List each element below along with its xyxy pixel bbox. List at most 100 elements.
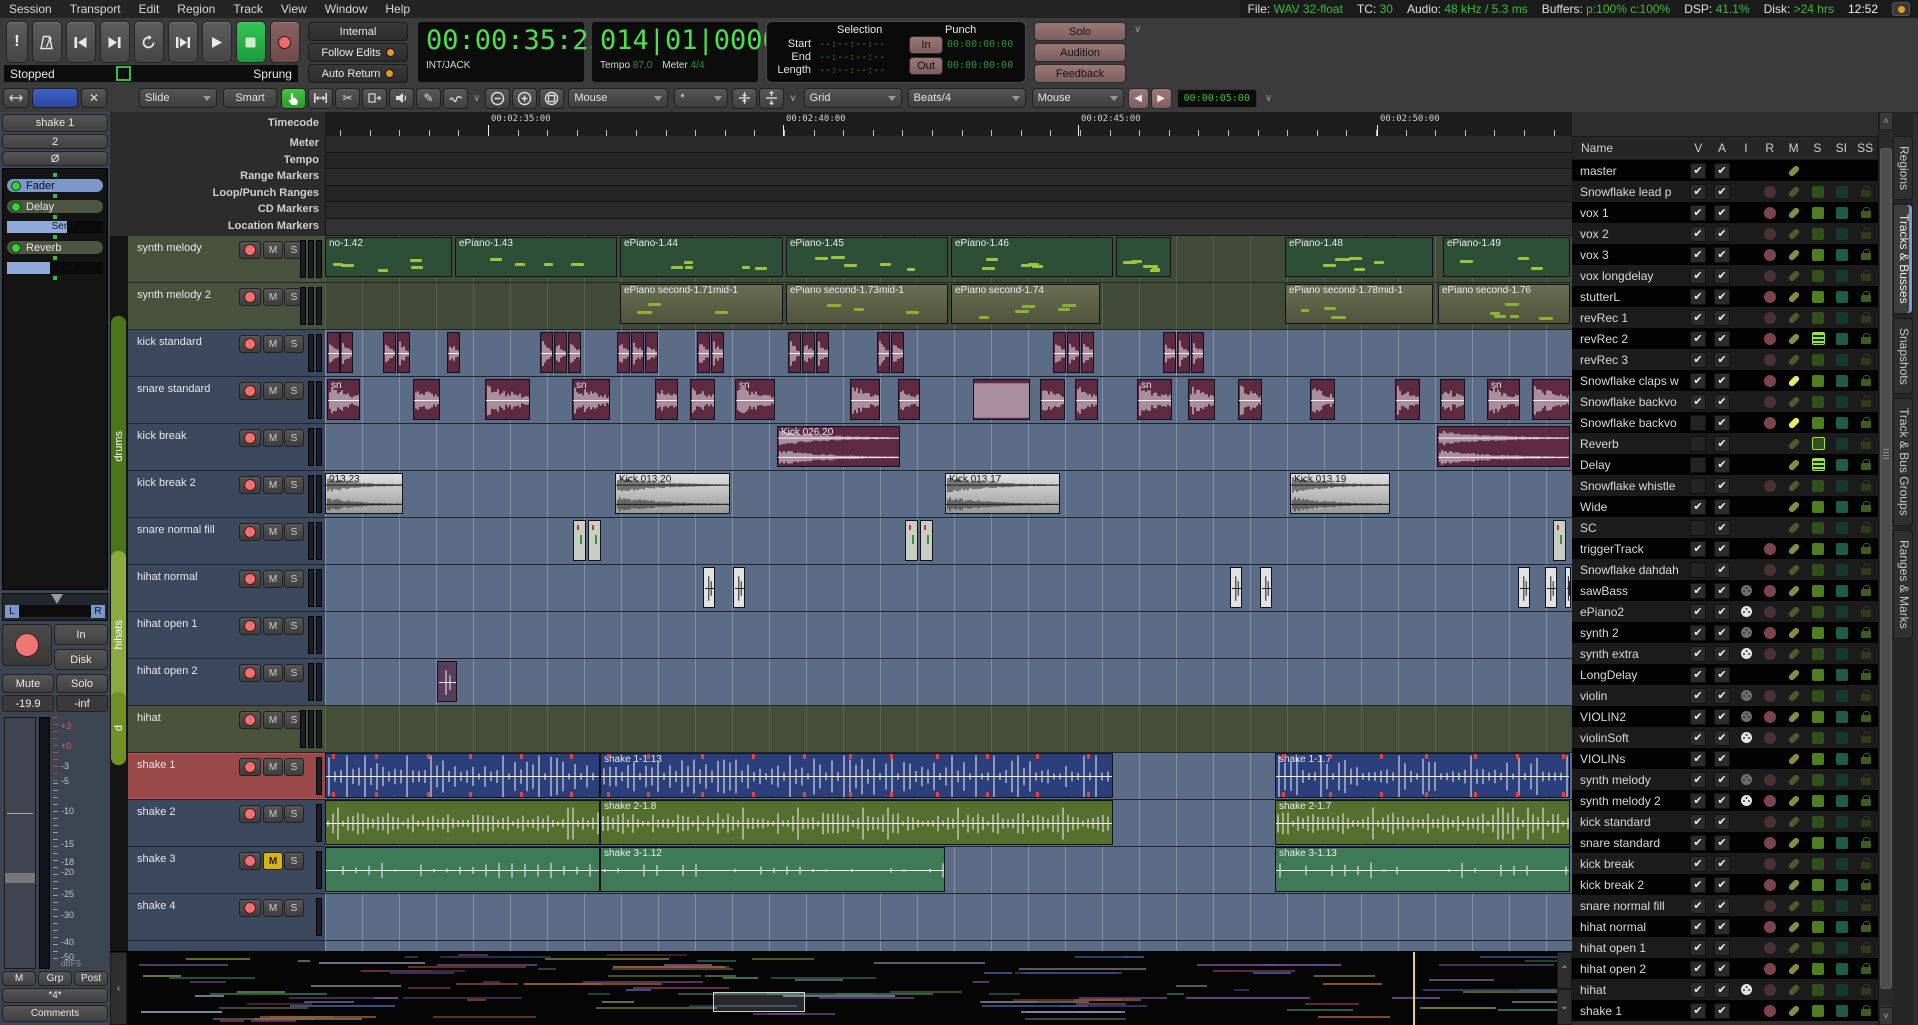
- menu-window[interactable]: Window: [316, 2, 377, 16]
- visible-checkbox[interactable]: [1686, 415, 1710, 431]
- track-header[interactable]: hihat normalMS: [128, 565, 325, 612]
- nudge-clock[interactable]: 00:00:05:00: [1177, 89, 1257, 108]
- track-mute-button[interactable]: M: [263, 523, 283, 541]
- cut-tool[interactable]: ✂: [335, 88, 360, 109]
- audio-region[interactable]: shake 2-1.7: [1275, 800, 1570, 845]
- zoom-out-button[interactable]: [485, 88, 510, 109]
- audio-region[interactable]: no-1.42: [325, 237, 452, 277]
- visible-checkbox[interactable]: ✔: [1686, 898, 1710, 914]
- track-solo-button[interactable]: S: [284, 570, 304, 588]
- zoom-focus-dropdown[interactable]: Mouse: [568, 88, 668, 108]
- audio-region[interactable]: [1177, 332, 1190, 373]
- secondary-clock[interactable]: 014|01|0000Tempo 87.0Meter 4/4: [591, 21, 759, 83]
- audio-region[interactable]: [1395, 379, 1420, 420]
- track-record-button[interactable]: [239, 523, 261, 541]
- audio-region[interactable]: ePiano-1.43: [455, 237, 617, 277]
- audio-region[interactable]: ePiano-1.48: [1285, 237, 1433, 277]
- track-mute-button[interactable]: M: [263, 241, 283, 259]
- visible-checkbox[interactable]: ✔: [1686, 1003, 1710, 1019]
- visible-checkbox[interactable]: ✔: [1686, 688, 1710, 704]
- audio-region[interactable]: [617, 332, 630, 373]
- track-header[interactable]: synth melody 2MS: [128, 283, 325, 330]
- audio-region[interactable]: [1067, 332, 1080, 373]
- summary-scroll-down-icon[interactable]: ⌄: [1557, 989, 1572, 1025]
- track-content[interactable]: [325, 330, 1572, 377]
- active-checkbox[interactable]: ✔: [1710, 394, 1734, 410]
- active-checkbox[interactable]: ✔: [1710, 520, 1734, 536]
- range-tool[interactable]: [308, 88, 333, 109]
- audio-region[interactable]: sn: [327, 379, 360, 420]
- panel-row-violinSoft[interactable]: violinSoft✔✔: [1572, 727, 1878, 748]
- track-solo-button[interactable]: S: [284, 899, 304, 917]
- active-checkbox[interactable]: ✔: [1710, 646, 1734, 662]
- audio-region[interactable]: ePiano-1.45: [786, 237, 948, 277]
- visible-checkbox[interactable]: ✔: [1686, 877, 1710, 893]
- track-solo-button[interactable]: S: [284, 523, 304, 541]
- track-content[interactable]: shake 3-1.12shake 3-1.13: [325, 847, 1572, 894]
- panel-row-synth-extra[interactable]: synth extra✔✔: [1572, 643, 1878, 664]
- audio-region[interactable]: [327, 332, 340, 373]
- panel-row-master[interactable]: master✔✔: [1572, 160, 1878, 181]
- timecode-ruler[interactable]: 00:02:35:0000:02:40:0000:02:45:0000:02:5…: [326, 112, 1572, 136]
- panel-row-synth-melody-2[interactable]: synth melody 2✔✔: [1572, 790, 1878, 811]
- track-solo-button[interactable]: S: [284, 805, 304, 823]
- scrollbar-track[interactable]: [1879, 130, 1893, 1007]
- visible-checkbox[interactable]: ✔: [1686, 373, 1710, 389]
- track-header[interactable]: snare normal fillMS: [128, 518, 325, 565]
- audio-region[interactable]: [1238, 379, 1262, 420]
- visible-checkbox[interactable]: ✔: [1686, 982, 1710, 998]
- edit-mode-dropdown[interactable]: Slide: [139, 88, 217, 108]
- smart-mode-button[interactable]: Smart: [223, 88, 277, 108]
- active-checkbox[interactable]: ✔: [1710, 835, 1734, 851]
- panel-row-kick-standard[interactable]: kick standard✔✔: [1572, 811, 1878, 832]
- audio-region[interactable]: Kick 013.20: [615, 473, 730, 514]
- audio-region[interactable]: [905, 520, 918, 561]
- track-header[interactable]: hihat open 1MS: [128, 612, 325, 659]
- active-checkbox[interactable]: ✔: [1710, 163, 1734, 179]
- track-solo-button[interactable]: S: [284, 382, 304, 400]
- audio-region[interactable]: [568, 332, 581, 373]
- audio-region[interactable]: [898, 379, 920, 420]
- audio-region[interactable]: ePiano-1.46: [951, 237, 1113, 277]
- zoom-more-icon[interactable]: ∨: [789, 93, 796, 104]
- track-header[interactable]: hihatMS: [128, 706, 325, 753]
- audio-region[interactable]: ePiano second-1.78mid-1: [1285, 284, 1433, 324]
- audio-region[interactable]: [573, 520, 586, 561]
- primary-clock[interactable]: 00:00:35:25INT/JACK: [417, 21, 585, 83]
- play-button[interactable]: [202, 21, 232, 63]
- panel-row-ePiano2[interactable]: ePiano2✔✔: [1572, 601, 1878, 622]
- track-mute-button[interactable]: M: [263, 335, 283, 353]
- panel-row-hihat-normal[interactable]: hihat normal✔✔: [1572, 916, 1878, 937]
- ruler-band-location-markers[interactable]: [326, 219, 1572, 236]
- track-content[interactable]: shake 1-1.13shake 1-1.7: [325, 753, 1572, 800]
- auto-return-button[interactable]: Auto Return: [308, 64, 408, 83]
- grid-mode-dropdown[interactable]: Grid: [804, 88, 902, 108]
- panel-row-vox-1[interactable]: vox 1✔✔: [1572, 202, 1878, 223]
- group-tab-drums[interactable]: drums: [111, 316, 126, 577]
- audition-tool[interactable]: [389, 88, 414, 109]
- active-checkbox[interactable]: ✔: [1710, 688, 1734, 704]
- active-checkbox[interactable]: ✔: [1710, 583, 1734, 599]
- panel-row-sawBass[interactable]: sawBass✔✔: [1572, 580, 1878, 601]
- ruler-canvas[interactable]: 00:02:35:0000:02:40:0000:02:45:0000:02:5…: [326, 112, 1572, 236]
- ruler-label-loop-punch-ranges[interactable]: Loop/Punch Ranges: [110, 186, 325, 203]
- visible-checkbox[interactable]: ✔: [1686, 268, 1710, 284]
- ruler-label-meter[interactable]: Meter: [110, 136, 325, 153]
- summary-view-rect[interactable]: [713, 992, 805, 1012]
- panel-row-synth-melody[interactable]: synth melody✔✔: [1572, 769, 1878, 790]
- sync-source-button[interactable]: Internal: [308, 22, 408, 41]
- panel-row-vox-longdelay[interactable]: vox longdelay✔✔: [1572, 265, 1878, 286]
- track-mute-button[interactable]: M: [263, 852, 283, 870]
- nudge-back-button[interactable]: ◀: [1128, 88, 1149, 109]
- audio-region[interactable]: [588, 520, 601, 561]
- audio-region[interactable]: [973, 379, 1030, 420]
- track-content[interactable]: [325, 706, 1572, 753]
- audio-region[interactable]: [1565, 567, 1571, 608]
- panel-row-snare-normal-fill[interactable]: snare normal fill✔✔: [1572, 895, 1878, 916]
- visible-checkbox[interactable]: ✔: [1686, 625, 1710, 641]
- edit-point-dropdown[interactable]: Mouse: [1032, 88, 1124, 108]
- track-header[interactable]: shake 3MS: [128, 847, 325, 894]
- audio-region[interactable]: [1116, 237, 1171, 277]
- track-record-button[interactable]: [239, 429, 261, 447]
- track-solo-button[interactable]: S: [284, 335, 304, 353]
